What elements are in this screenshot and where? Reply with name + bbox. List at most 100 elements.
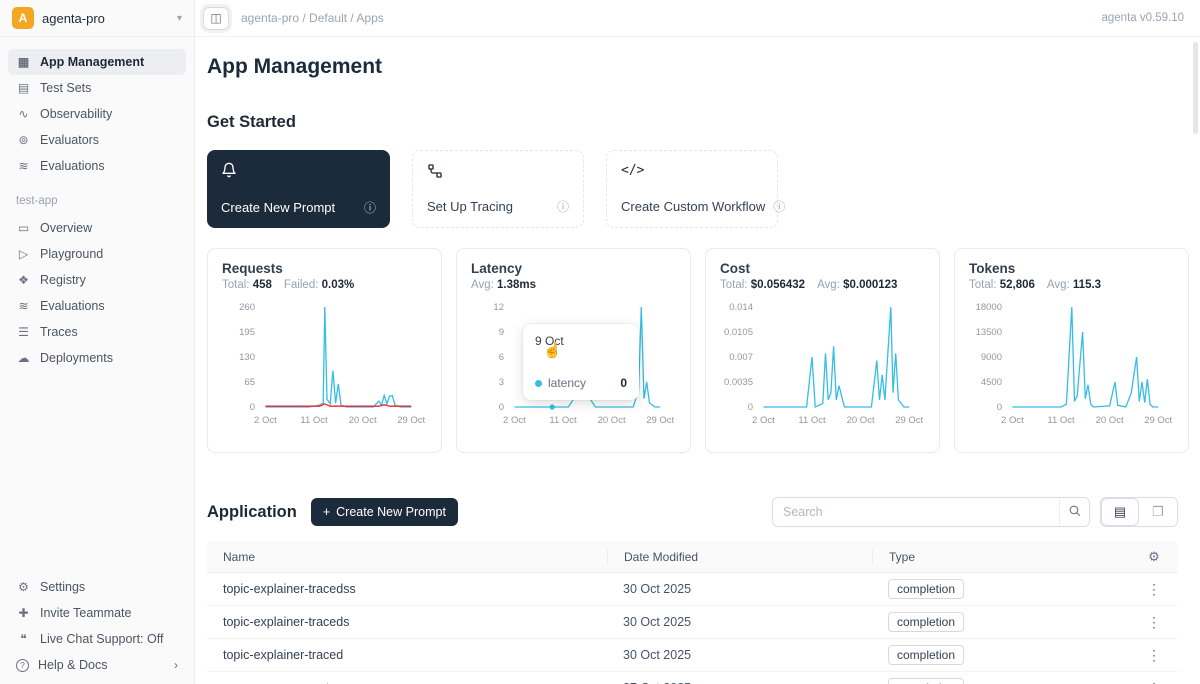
svg-text:0: 0 (997, 402, 1002, 413)
stat-label: Total: (969, 279, 997, 291)
sidebar-item-evaluations[interactable]: ≋ Evaluations (8, 153, 186, 179)
get-started-heading: Get Started (207, 113, 1178, 132)
sidebar-item-label: Playground (40, 247, 103, 261)
svg-text:20 Oct: 20 Oct (847, 415, 875, 426)
info-icon[interactable]: ⓘ (773, 198, 785, 215)
sidebar-item-invite-teammate[interactable]: ✚Invite Teammate (8, 600, 186, 626)
search-button[interactable] (1059, 498, 1089, 526)
table-settings-button[interactable]: ⚙ (1130, 549, 1178, 565)
tooltip-series-name: latency (548, 376, 586, 390)
sidebar-item-test-sets[interactable]: ▤Test Sets (8, 75, 186, 101)
info-icon[interactable]: ⓘ (557, 198, 569, 215)
sidebar-item-label: Deployments (40, 351, 113, 365)
page-title: App Management (207, 55, 1178, 79)
requests-chart[interactable]: 0651301952602 Oct11 Oct20 Oct29 Oct (222, 295, 427, 435)
sidebar-item-playground[interactable]: ▷Playground (8, 241, 186, 267)
app-management-icon: ▦ (16, 55, 31, 69)
sidebar-item-settings[interactable]: ⚙Settings (8, 574, 186, 600)
sidebar-item-label: Evaluations (40, 159, 105, 173)
row-menu-button[interactable]: ⋮ (1130, 647, 1178, 664)
app-name[interactable]: topic-explainer-traceds (207, 615, 607, 629)
set-up-tracing-card[interactable]: Set Up Tracing ⓘ (412, 150, 584, 228)
sidebar-item-label: Traces (40, 325, 78, 339)
stat-label: Avg: (1047, 279, 1070, 291)
app-name[interactable]: topic-explainer-tracedss (207, 582, 607, 596)
metric-stats: Total: $0.056432Avg: $0.000123 (720, 279, 925, 291)
evaluations-icon: ≋ (16, 159, 31, 173)
create-custom-workflow-card[interactable]: </> Create Custom Workflow ⓘ (606, 150, 778, 228)
sidebar-item-traces[interactable]: ☰ Traces (8, 319, 186, 345)
evaluations-icon: ≋ (16, 299, 31, 313)
sidebar-item-overview[interactable]: ▭Overview (8, 215, 186, 241)
sidebar-item-live-chat-support-off[interactable]: ❝Live Chat Support: Off (8, 626, 186, 652)
main-content: App Management Get Started Create New Pr… (195, 37, 1200, 684)
sidebar-item-evaluations[interactable]: ≋Evaluations (8, 293, 186, 319)
info-icon[interactable]: ⓘ (364, 199, 376, 216)
svg-text:260: 260 (239, 302, 255, 313)
workspace-selector[interactable]: A agenta-pro ▾ (0, 0, 195, 36)
svg-text:12: 12 (493, 302, 504, 313)
row-menu-button[interactable]: ⋮ (1130, 614, 1178, 631)
table-row[interactable]: topic-explainer-tracedss 30 Oct 2025 com… (207, 573, 1178, 606)
breadcrumb[interactable]: agenta-pro / Default / Apps (241, 11, 384, 25)
svg-text:0: 0 (250, 402, 255, 413)
chevron-right-icon: › (174, 658, 178, 672)
svg-text:2 Oct: 2 Oct (752, 415, 775, 426)
workspace-name: agenta-pro (42, 11, 105, 26)
app-table-body: topic-explainer-tracedss 30 Oct 2025 com… (207, 573, 1178, 684)
metric-stats: Avg: 1.38ms (471, 279, 676, 291)
sidebar-item-deployments[interactable]: ☁ Deployments (8, 345, 186, 371)
tooltip-value: 0 (620, 376, 627, 390)
test-sets-icon: ▤ (16, 81, 31, 95)
metric-card-latency: Latency Avg: 1.38ms 0369122 Oct11 Oct20 … (456, 248, 691, 453)
svg-text:130: 130 (239, 352, 255, 363)
sidebar-footer-nav: ⚙Settings✚Invite Teammate❝Live Chat Supp… (0, 574, 194, 684)
row-menu-button[interactable]: ⋮ (1130, 680, 1178, 684)
traces-icon: ☰ (16, 325, 31, 339)
column-header-type[interactable]: Type (872, 549, 1130, 565)
metric-title: Latency (471, 261, 676, 276)
deployments-icon: ☁ (16, 351, 31, 365)
sidebar-item-observability[interactable]: ∿ Observability (8, 101, 186, 127)
svg-text:11 Oct: 11 Oct (300, 415, 328, 426)
top-bar: A agenta-pro ▾ ◫ agenta-pro / Default / … (0, 0, 1200, 37)
sidebar-item-help-docs[interactable]: ?Help & Docs› (8, 652, 186, 678)
sidebar-item-label: Observability (40, 107, 112, 121)
metric-card-requests: Requests Total: 458Failed: 0.03% 0651301… (207, 248, 442, 453)
search-input[interactable] (773, 505, 1059, 519)
stat-value: 115.3 (1073, 279, 1101, 291)
view-toggle: ▤ ❐ (1100, 497, 1178, 527)
svg-text:11 Oct: 11 Oct (798, 415, 826, 426)
sidebar-item-app-management[interactable]: ▦App Management (8, 49, 186, 75)
observability-icon: ∿ (16, 107, 31, 121)
cost-chart[interactable]: 00.00350.0070.01050.0142 Oct11 Oct20 Oct… (720, 295, 925, 435)
sidebar-toggle-button[interactable]: ◫ (203, 7, 229, 30)
table-row[interactable]: career-assessment 27 Oct 2025 completion… (207, 672, 1178, 684)
table-row[interactable]: topic-explainer-traceds 30 Oct 2025 comp… (207, 606, 1178, 639)
svg-text:9: 9 (499, 327, 504, 338)
sidebar-item-evaluators[interactable]: ⊚Evaluators (8, 127, 186, 153)
column-header-name[interactable]: Name (207, 550, 607, 564)
metric-stats: Total: 458Failed: 0.03% (222, 279, 427, 291)
bell-icon (221, 162, 376, 183)
stat-value: $0.000123 (843, 279, 897, 291)
search-icon (1068, 504, 1081, 520)
create-new-prompt-button[interactable]: + Create New Prompt (311, 498, 458, 526)
sidebar-item-registry[interactable]: ❖Registry (8, 267, 186, 293)
date-modified: 30 Oct 2025 (607, 615, 872, 629)
table-view-button[interactable]: ▤ (1101, 498, 1139, 526)
table-row[interactable]: topic-explainer-traced 30 Oct 2025 compl… (207, 639, 1178, 672)
svg-text:195: 195 (239, 327, 255, 338)
card-view-button[interactable]: ❐ (1139, 498, 1177, 526)
sidebar-item-label: Settings (40, 580, 85, 594)
row-menu-button[interactable]: ⋮ (1130, 581, 1178, 598)
tokens-chart[interactable]: 04500900013500180002 Oct11 Oct20 Oct29 O… (969, 295, 1174, 435)
metric-title: Requests (222, 261, 427, 276)
column-header-date-modified[interactable]: Date Modified (607, 549, 872, 565)
scrollbar-thumb[interactable] (1193, 42, 1198, 134)
stat-value: $0.056432 (751, 279, 805, 291)
stat-label: Total: (222, 279, 250, 291)
app-name[interactable]: topic-explainer-traced (207, 648, 607, 662)
metric-card-cost: Cost Total: $0.056432Avg: $0.000123 00.0… (705, 248, 940, 453)
create-new-prompt-card[interactable]: Create New Prompt ⓘ (207, 150, 390, 228)
